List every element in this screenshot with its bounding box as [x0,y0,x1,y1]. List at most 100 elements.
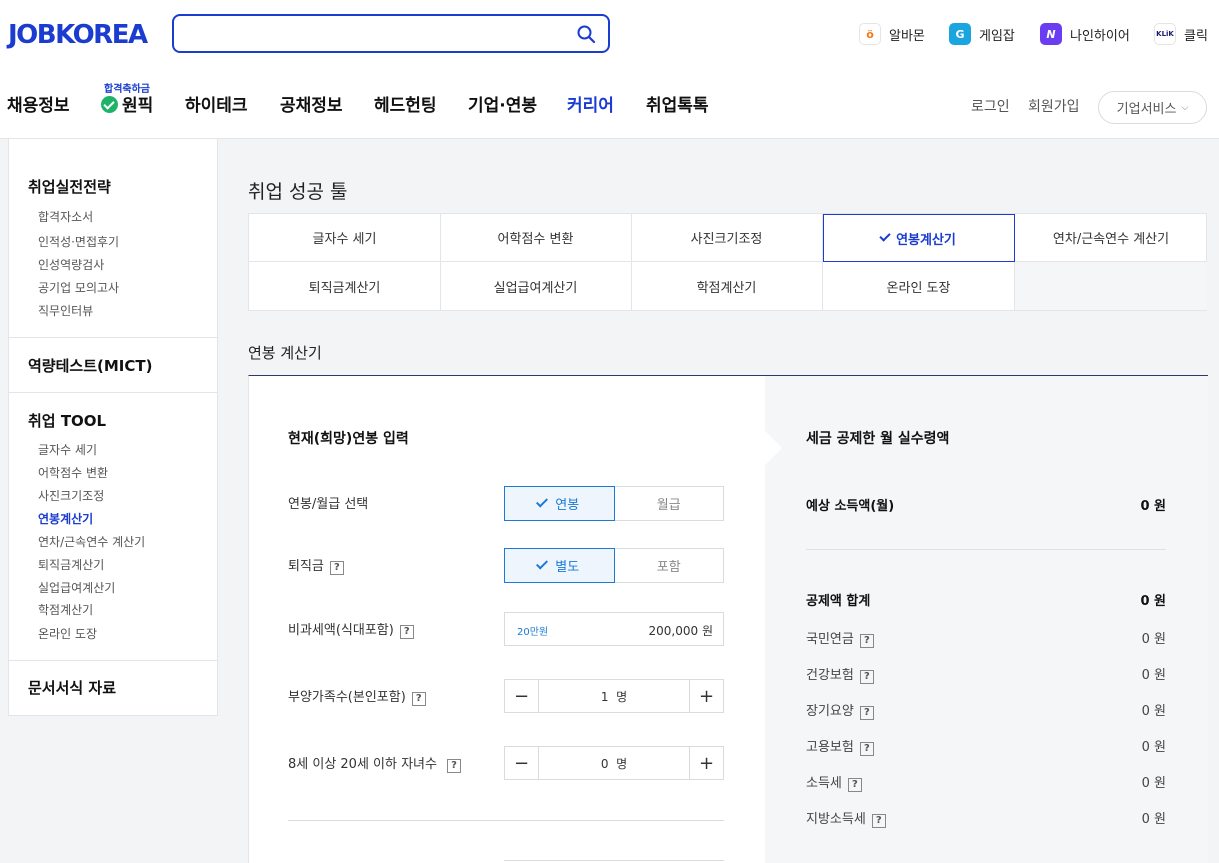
tab-gpa[interactable]: 학점계산기 [631,262,823,310]
sidebar-item[interactable]: 글자수 세기 [38,441,97,458]
tab-char-count[interactable]: 글자수 세기 [249,214,441,262]
sidebar-section-title[interactable]: 취업실전전략 [28,176,111,197]
option-label: 연봉 [555,498,580,513]
severance-label: 퇴직금? [288,555,344,575]
help-icon[interactable]: ? [859,706,874,720]
children-unit: 명 [616,757,628,771]
check-circle-icon [101,96,118,113]
biz-service-button[interactable]: 기업서비스 ⌵ [1098,91,1207,124]
option-label: 별도 [555,560,580,575]
help-icon[interactable]: ? [399,625,414,639]
deduction-row-employment: 고용보험? 0 원 [806,736,1166,756]
family-site-ninehire[interactable]: N 나인하이어 [1040,22,1130,46]
pay-type-annual-option[interactable]: 연봉 [504,486,615,521]
nav-item-hitech[interactable]: 하이테크 [185,94,248,118]
family-site-klik[interactable]: KLiK 클릭 [1154,22,1208,46]
result-divider [806,549,1166,550]
minus-button[interactable]: − [505,747,539,779]
tab-language-score[interactable]: 어학점수 변환 [440,214,632,262]
sidebar-item[interactable]: 어학점수 변환 [38,464,108,481]
plus-button[interactable]: + [689,680,723,712]
family-site-label: 게임잡 [979,28,1015,44]
sidebar-item[interactable]: 합격자소서 [38,208,93,225]
sidebar-section-title[interactable]: 역량테스트(MICT) [28,355,152,376]
albamon-icon: ö [859,23,881,45]
nav-item-jobs[interactable]: 채용정보 [7,94,70,118]
help-icon[interactable]: ? [847,778,862,792]
search-icon[interactable] [576,24,596,44]
help-icon[interactable]: ? [329,561,344,575]
nav-item-public-hiring[interactable]: 공채정보 [280,94,343,118]
tab-online-seal[interactable]: 온라인 도장 [823,262,1015,310]
result-arrow [764,430,782,466]
jobkorea-logo[interactable]: JOBKOREA [8,18,158,52]
login-link[interactable]: 로그인 [971,96,1010,116]
nav-item-onepick[interactable]: 원픽 [101,94,153,118]
help-icon[interactable]: ? [859,742,874,756]
severance-separate-option[interactable]: 별도 [504,548,615,583]
dependents-value[interactable]: 1 명 [539,688,689,705]
sidebar-item[interactable]: 사진크기조정 [38,487,104,504]
sidebar-item[interactable]: 실업급여계산기 [38,579,115,596]
deduction-row-income-tax: 소득세? 0 원 [806,772,1166,792]
help-icon[interactable]: ? [859,634,874,648]
sidebar-item[interactable]: 퇴직금계산기 [38,556,104,573]
children-stepper: − 0 명 + [504,746,724,780]
expected-income-label: 예상 소득액(월) [806,499,895,514]
sidebar-item[interactable]: 학점계산기 [38,601,93,618]
help-icon[interactable]: ? [411,692,426,706]
help-icon[interactable]: ? [446,759,461,773]
tab-annual-leave[interactable]: 연차/근속연수 계산기 [1015,214,1207,262]
sidebar-item[interactable]: 온라인 도장 [38,625,97,642]
nontax-input[interactable]: 20만원 200,000 원 [504,612,724,646]
tab-unemployment[interactable]: 실업급여계산기 [440,262,632,310]
tab-severance[interactable]: 퇴직금계산기 [249,262,441,310]
children-label-text: 8세 이상 20세 이하 자녀수 [288,757,437,772]
severance-label-text: 퇴직금 [288,559,324,574]
tab-salary-calculator[interactable]: 연봉계산기 [823,214,1015,262]
sidebar-item[interactable]: 인적성·면접후기 [38,233,119,250]
dependents-count: 1 [600,690,609,704]
help-icon[interactable]: ? [859,670,874,684]
sidebar-section-title[interactable]: 취업 TOOL [28,410,106,431]
help-icon[interactable]: ? [871,814,886,828]
children-value[interactable]: 0 명 [539,755,689,772]
check-icon [879,230,891,242]
tool-tabs: 글자수 세기 어학점수 변환 사진크기조정 연봉계산기 연차/근속연수 계산기 … [248,213,1207,311]
deduction-row-health: 건강보험? 0 원 [806,664,1166,684]
signup-link[interactable]: 회원가입 [1028,96,1080,116]
sidebar-item[interactable]: 인성역량검사 [38,256,104,273]
minus-button[interactable]: − [505,680,539,712]
family-site-gamejob[interactable]: G 게임잡 [949,22,1015,46]
sidebar-item[interactable]: 직무인터뷰 [38,302,93,319]
sidebar-item[interactable]: 연차/근속연수 계산기 [38,533,145,550]
sidebar-item-salary-calculator[interactable]: 연봉계산기 [38,510,93,527]
nav-item-talk[interactable]: 취업톡톡 [646,94,709,118]
nav-item-company-salary[interactable]: 기업·연봉 [468,94,537,118]
pay-type-monthly-option[interactable]: 월급 [614,486,724,521]
tab-photo-resize[interactable]: 사진크기조정 [631,214,823,262]
deduction-label: 지방소득세 [806,812,866,827]
gamejob-icon: G [949,23,971,45]
page-title: 취업 성공 툴 [248,181,348,203]
nav-item-headhunting[interactable]: 헤드헌팅 [374,94,437,118]
tab-label: 연봉계산기 [896,232,956,248]
children-count: 0 [600,757,609,771]
nav-item-career[interactable]: 커리어 [567,94,614,118]
severance-included-option[interactable]: 포함 [614,548,724,583]
search-input[interactable] [172,14,610,53]
family-site-label: 나인하이어 [1070,28,1130,44]
plus-button[interactable]: + [689,747,723,779]
sidebar-item[interactable]: 공기업 모의고사 [38,279,119,296]
nontax-hint: 20만원 [517,627,549,638]
deduction-value: 0 원 [1141,704,1166,719]
deduction-value: 0 원 [1141,668,1166,683]
nontax-label: 비과세액(식대포함)? [288,619,414,639]
sidebar-section-title[interactable]: 문서서식 자료 [28,677,116,698]
check-icon [536,557,549,570]
family-site-albamon[interactable]: ö 알바몬 [859,22,925,46]
nontax-unit: 원 [701,624,713,638]
deduction-label: 건강보험 [806,668,854,683]
chevron-down-icon: ⌵ [1181,102,1189,113]
site-header: JOBKOREA ö 알바몬 G 게임잡 N 나인하이어 KLiK 클릭 합격축… [0,0,1219,139]
